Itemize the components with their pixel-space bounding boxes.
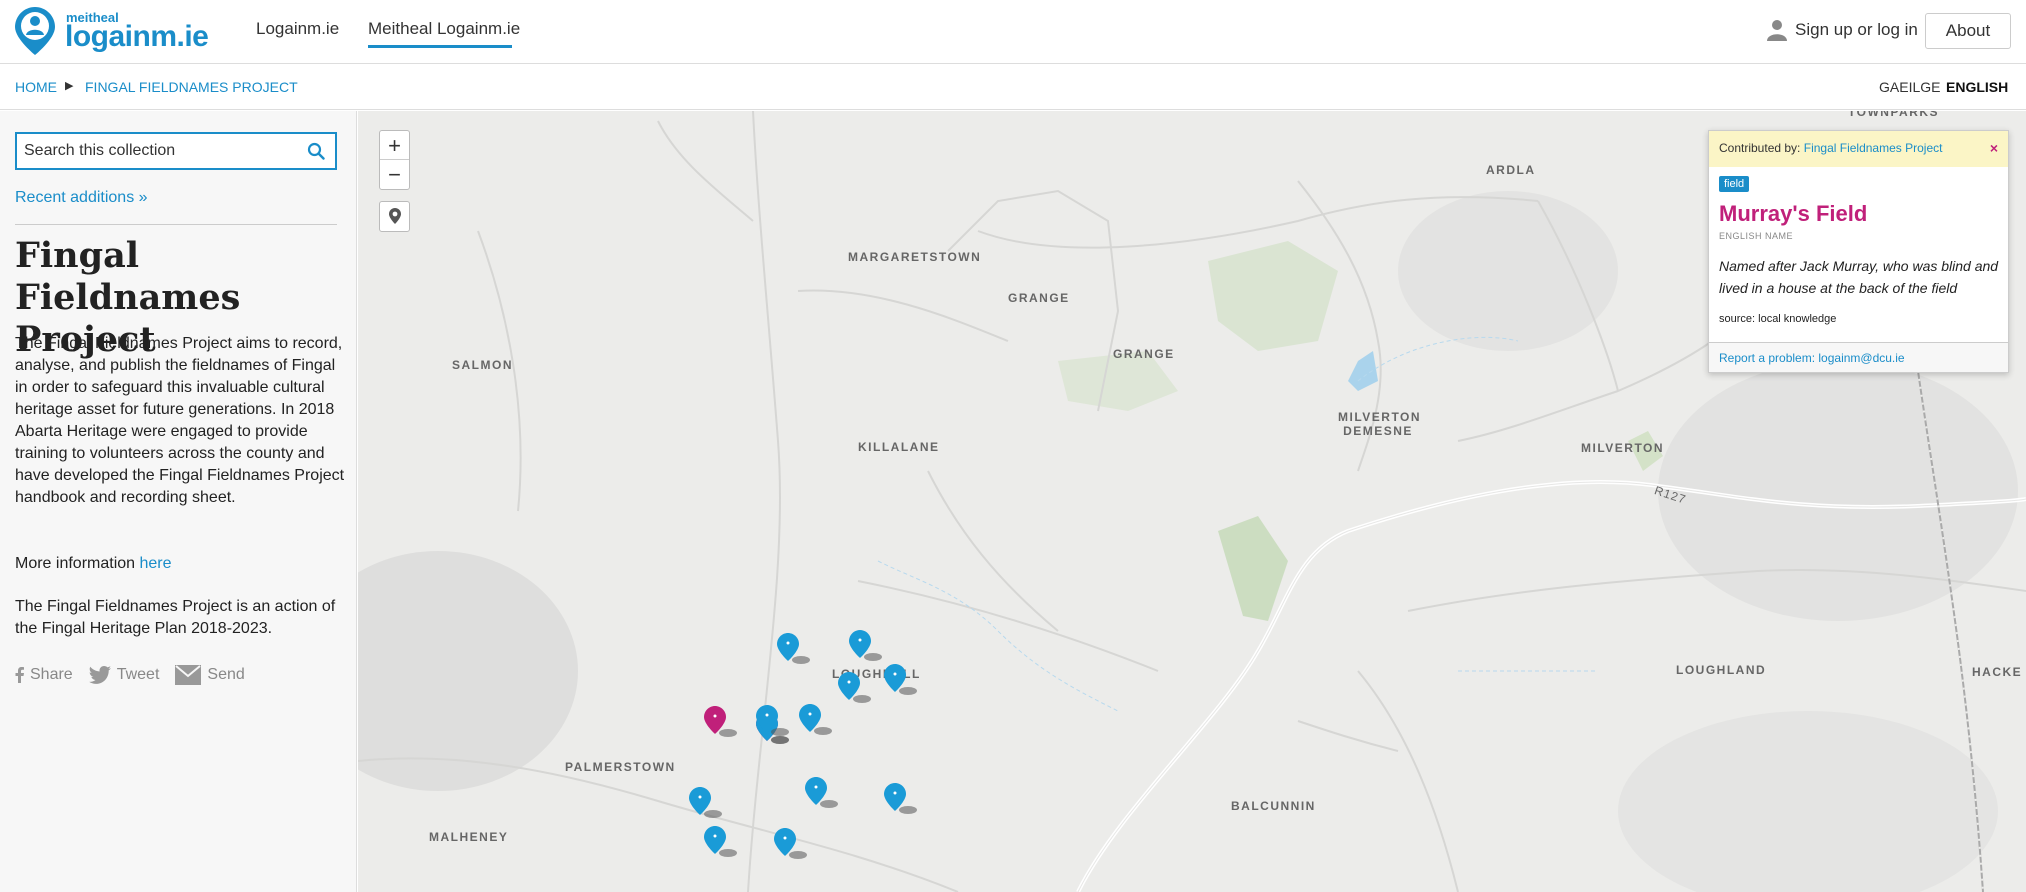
- user-icon: [1767, 20, 1787, 41]
- map-marker[interactable]: [805, 777, 845, 811]
- map-label-townparks: TOWNPARKS: [1848, 111, 1940, 119]
- place-source: source: local knowledge: [1719, 313, 1837, 325]
- zoom-controls: + −: [379, 130, 410, 190]
- report-problem-link[interactable]: Report a problem: logainm@dcu.ie: [1709, 342, 2008, 372]
- language-irish[interactable]: GAEILGE: [1879, 79, 1940, 95]
- share-twitter-button[interactable]: Tweet: [88, 666, 160, 684]
- map-marker[interactable]: [838, 672, 878, 706]
- send-label: Send: [207, 666, 245, 683]
- active-nav-underline: [368, 45, 512, 48]
- map-marker[interactable]: [774, 828, 814, 862]
- map-label-palmerstown: PALMERSTOWN: [565, 760, 676, 774]
- facebook-icon: [15, 667, 24, 683]
- project-description: The Fingal Fieldnames Project aims to re…: [15, 335, 345, 506]
- close-icon[interactable]: ×: [1990, 140, 1998, 156]
- logo[interactable]: meitheal logainm.ie: [14, 6, 214, 56]
- breadcrumb: HOME ▶ FINGAL FIELDNAMES PROJECT GAEILGE…: [0, 64, 2026, 110]
- email-icon: [175, 665, 202, 685]
- twitter-icon: [88, 666, 111, 684]
- map-label-milverton-demesne: MILVERTON DEMESNE: [1338, 410, 1422, 438]
- place-name: Murray's Field: [1719, 201, 1868, 226]
- type-badge: field: [1719, 176, 1750, 192]
- contributed-prefix: Contributed by:: [1719, 141, 1801, 155]
- map-label-milverton: MILVERTON: [1581, 441, 1665, 455]
- signin-link[interactable]: Sign up or log in: [1767, 19, 1918, 41]
- contributor-link[interactable]: Fingal Fieldnames Project: [1804, 141, 1943, 155]
- place-name-type: ENGLISH NAME: [1719, 231, 1794, 241]
- locate-button[interactable]: [379, 201, 410, 232]
- map-marker[interactable]: [884, 664, 924, 698]
- breadcrumb-separator-icon: ▶: [65, 80, 74, 92]
- share-email-button[interactable]: Send: [175, 665, 245, 685]
- more-information: More information here: [15, 553, 345, 575]
- logo-pin-icon: [15, 7, 55, 55]
- map-marker[interactable]: [884, 783, 924, 817]
- tweet-label: Tweet: [116, 666, 160, 683]
- divider: [15, 224, 337, 225]
- top-header: meitheal logainm.ie Logainm.ie Meitheal …: [0, 0, 2026, 64]
- map-marker[interactable]: [689, 787, 729, 821]
- search-icon[interactable]: [307, 142, 325, 160]
- map-marker[interactable]: [849, 630, 889, 664]
- place-description: Named after Jack Murray, who was blind a…: [1719, 258, 1999, 296]
- map-label-salmon: SALMON: [452, 358, 513, 372]
- map-marker[interactable]: [799, 704, 839, 738]
- map-label-balcunnin: BALCUNNIN: [1231, 799, 1316, 813]
- map-marker[interactable]: [756, 705, 796, 739]
- share-facebook-button[interactable]: Share: [15, 666, 73, 684]
- map-label-malheney: MALHENEY: [429, 830, 509, 844]
- breadcrumb-project[interactable]: FINGAL FIELDNAMES PROJECT: [85, 79, 298, 95]
- map-label-loughland: LOUGHLAND: [1676, 663, 1767, 677]
- zoom-in-button[interactable]: +: [380, 131, 409, 160]
- more-info-text: More information: [15, 555, 136, 572]
- signin-label: Sign up or log in: [1795, 20, 1918, 39]
- popup-header: Contributed by: Fingal Fieldnames Projec…: [1709, 131, 2008, 167]
- location-pin-icon: [388, 208, 401, 224]
- recent-additions-link[interactable]: Recent additions »: [15, 189, 148, 207]
- search-input[interactable]: [24, 142, 294, 160]
- map-label-ardla: ARDLA: [1486, 163, 1536, 177]
- logo-big-text: logainm.ie: [65, 20, 209, 53]
- sidebar: Recent additions » Fingal Fieldnames Pro…: [0, 111, 357, 892]
- map-label-grange-2: GRANGE: [1113, 347, 1175, 361]
- nav-logainm[interactable]: Logainm.ie: [256, 19, 339, 39]
- map-marker-selected[interactable]: [704, 706, 744, 740]
- language-english[interactable]: ENGLISH: [1946, 79, 2008, 95]
- map-label-hacke: HACKE: [1972, 665, 2023, 679]
- more-info-link[interactable]: here: [140, 555, 172, 572]
- map-label-margaretstown: MARGARETSTOWN: [848, 250, 982, 264]
- nav-meitheal[interactable]: Meitheal Logainm.ie: [368, 19, 520, 39]
- map-marker[interactable]: [777, 633, 817, 667]
- share-label: Share: [30, 666, 73, 683]
- heritage-plan-note: The Fingal Fieldnames Project is an acti…: [15, 598, 336, 637]
- zoom-out-button[interactable]: −: [380, 160, 409, 189]
- share-row: Share Tweet Send: [15, 665, 261, 685]
- breadcrumb-home[interactable]: HOME: [15, 79, 57, 95]
- place-popup: Contributed by: Fingal Fieldnames Projec…: [1708, 130, 2009, 373]
- map-marker[interactable]: [704, 826, 744, 860]
- search-box: [15, 132, 337, 170]
- map-label-grange-1: GRANGE: [1008, 291, 1070, 305]
- map-label-killalane: KILLALANE: [858, 440, 940, 454]
- about-button[interactable]: About: [1925, 13, 2011, 49]
